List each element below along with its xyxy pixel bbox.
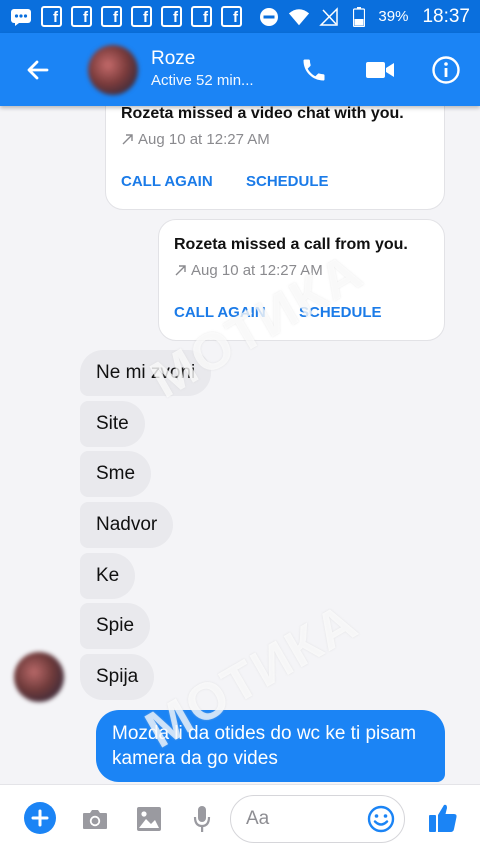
clock: 18:37 bbox=[422, 5, 470, 27]
facebook-icon: f bbox=[101, 6, 122, 27]
schedule-button[interactable]: SCHEDULE bbox=[246, 173, 329, 190]
arrow-outgoing-icon bbox=[122, 134, 133, 145]
facebook-icon: f bbox=[41, 6, 62, 27]
camera-button[interactable] bbox=[80, 805, 110, 833]
incoming-message[interactable]: Sme bbox=[80, 451, 152, 497]
avatar[interactable] bbox=[88, 44, 138, 95]
card-title: Rozeta missed a video chat with you. bbox=[121, 106, 404, 122]
image-icon bbox=[137, 807, 161, 831]
arrow-left-icon bbox=[27, 60, 49, 79]
facebook-icon: f bbox=[131, 6, 152, 27]
active-status: Active 52 min... bbox=[151, 71, 254, 89]
emoji-button[interactable] bbox=[366, 804, 396, 834]
schedule-button[interactable]: SCHEDULE bbox=[299, 304, 382, 321]
voice-message-button[interactable] bbox=[190, 804, 214, 834]
facebook-icon: f bbox=[161, 6, 182, 27]
voice-call-button[interactable] bbox=[296, 52, 332, 88]
message-composer: Aa bbox=[0, 784, 480, 853]
message-list[interactable]: Rozeta missed a video chat with you. Aug… bbox=[0, 106, 480, 784]
video-camera-icon bbox=[366, 61, 394, 78]
phone-icon bbox=[303, 59, 325, 80]
outgoing-message[interactable]: Mozda li da otides do wc ke ti pisam kam… bbox=[96, 710, 445, 782]
missed-video-chat-card: Rozeta missed a video chat with you. Aug… bbox=[105, 106, 445, 210]
conversation-header: Roze Active 52 min... bbox=[0, 33, 480, 106]
incoming-message[interactable]: Spija bbox=[80, 654, 155, 700]
contact-name: Roze bbox=[151, 47, 196, 69]
card-timestamp: Aug 10 at 12:27 AM bbox=[174, 262, 323, 279]
incoming-message[interactable]: Site bbox=[80, 401, 145, 447]
back-button[interactable] bbox=[18, 50, 58, 90]
missed-call-card: Rozeta missed a call from you. Aug 10 at… bbox=[158, 219, 445, 341]
no-signal-icon bbox=[318, 6, 340, 27]
notification-icons: f f f f f f f bbox=[10, 6, 242, 27]
incoming-message[interactable]: Ne mi zvoni bbox=[80, 350, 212, 396]
call-again-button[interactable]: CALL AGAIN bbox=[174, 304, 266, 321]
status-bar: f f f f f f f 39% 18:37 bbox=[0, 0, 480, 33]
plus-icon bbox=[31, 809, 49, 827]
sender-avatar[interactable] bbox=[14, 652, 64, 702]
incoming-message[interactable]: Nadvor bbox=[80, 502, 174, 548]
system-icons: 39% 18:37 bbox=[258, 6, 470, 28]
smiley-icon bbox=[367, 805, 395, 833]
arrow-outgoing-icon bbox=[175, 265, 186, 276]
info-icon bbox=[432, 55, 460, 84]
facebook-icon: f bbox=[71, 6, 92, 27]
chat-bubble-icon bbox=[10, 7, 32, 27]
camera-icon bbox=[83, 810, 107, 829]
microphone-icon bbox=[193, 806, 211, 832]
thumbs-up-icon bbox=[429, 804, 457, 832]
gallery-button[interactable] bbox=[135, 805, 163, 833]
wifi-icon bbox=[288, 7, 310, 27]
call-again-button[interactable]: CALL AGAIN bbox=[121, 173, 213, 190]
conversation-info-button[interactable] bbox=[428, 52, 464, 88]
card-timestamp: Aug 10 at 12:27 AM bbox=[121, 131, 270, 148]
incoming-message[interactable]: Ke bbox=[80, 553, 136, 599]
like-button[interactable] bbox=[426, 800, 460, 836]
facebook-icon: f bbox=[191, 6, 212, 27]
contact-info[interactable]: Roze Active 52 min... bbox=[151, 48, 254, 92]
battery-icon bbox=[348, 6, 370, 27]
header-actions bbox=[296, 52, 464, 88]
incoming-message[interactable]: Spie bbox=[80, 603, 151, 649]
video-call-button[interactable] bbox=[362, 52, 398, 88]
more-actions-button[interactable] bbox=[24, 802, 56, 834]
battery-percent: 39% bbox=[378, 8, 409, 25]
message-input-placeholder: Aa bbox=[246, 808, 270, 829]
facebook-icon: f bbox=[221, 6, 242, 27]
do-not-disturb-icon bbox=[258, 7, 280, 27]
card-title: Rozeta missed a call from you. bbox=[174, 236, 408, 253]
